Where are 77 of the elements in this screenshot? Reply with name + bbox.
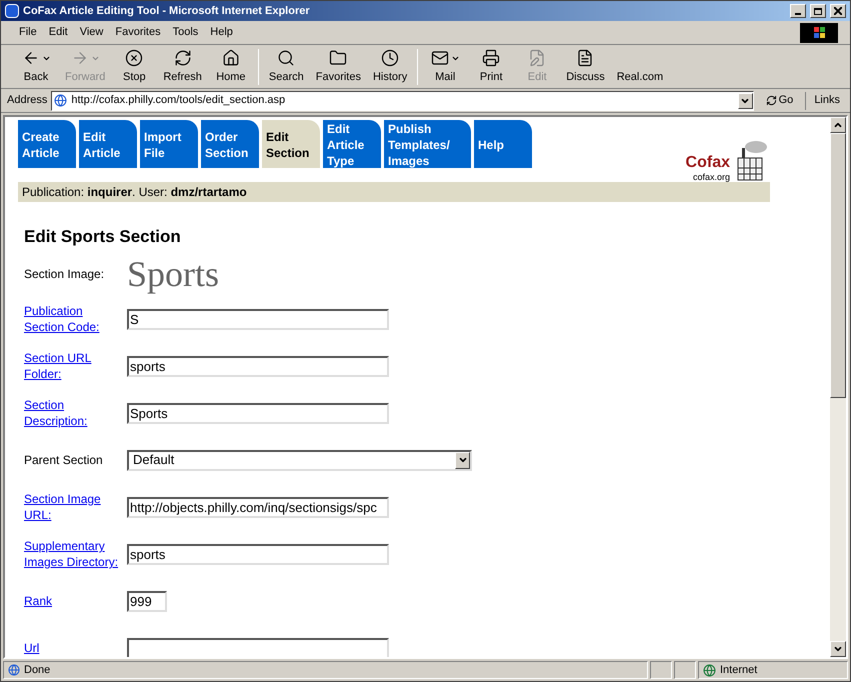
- go-button[interactable]: Go: [758, 92, 802, 109]
- menu-item[interactable]: Edit: [42, 24, 74, 41]
- maximize-button[interactable]: [810, 4, 826, 18]
- nav-tab[interactable]: Publish Templates/ Images: [384, 120, 471, 168]
- nav-tab[interactable]: Edit Article: [79, 120, 137, 168]
- text-field[interactable]: S: [127, 308, 389, 330]
- nav-tab[interactable]: Edit Article Type: [323, 120, 381, 168]
- field-label: Section Image:: [24, 266, 106, 282]
- minimize-button[interactable]: [790, 4, 806, 18]
- status-text: Done: [24, 662, 50, 678]
- rank-field[interactable]: 999: [127, 590, 167, 612]
- go-arrow-icon: [766, 95, 777, 106]
- clock-icon: [381, 49, 400, 67]
- menu-item[interactable]: Favorites: [109, 24, 167, 41]
- window-title: CoFax Article Editing Tool - Microsoft Internet Explorer: [23, 4, 311, 19]
- zone-text: Internet: [720, 662, 758, 678]
- menu-item[interactable]: File: [13, 24, 43, 41]
- toolbar-button[interactable]: Search: [262, 46, 310, 86]
- globe-icon: [703, 664, 716, 676]
- page-heading: Edit Sports Section: [24, 226, 182, 248]
- field-label-link[interactable]: Section Description:: [24, 397, 119, 429]
- text-field[interactable]: sports: [127, 356, 389, 376]
- parent-section-dropdown[interactable]: Default: [127, 450, 472, 470]
- status-pane: [674, 661, 696, 679]
- document-icon: [576, 49, 594, 67]
- text-field[interactable]: Sports: [127, 402, 389, 424]
- nav-tab[interactable]: Create Article: [18, 120, 76, 168]
- edit-icon: [528, 49, 546, 67]
- toolbar-button[interactable]: Stop: [111, 46, 158, 86]
- search-icon: [277, 49, 296, 67]
- nav-tab[interactable]: Order Section: [201, 120, 259, 168]
- nav-tab[interactable]: Edit Section: [262, 120, 320, 168]
- scrollbar-thumb[interactable]: [830, 133, 846, 398]
- browser-logo-icon: [5, 4, 19, 18]
- field-label-link[interactable]: Supplementary Images Directory:: [24, 538, 119, 570]
- toolbar-button[interactable]: History: [366, 46, 414, 86]
- toolbar-button[interactable]: Refresh: [157, 46, 208, 86]
- nav-tab[interactable]: Import File: [140, 120, 198, 168]
- menu-item[interactable]: Help: [204, 24, 239, 41]
- text-field[interactable]: http://objects.philly.com/inq/sectionsigs/spc: [127, 496, 389, 518]
- windows-logo-icon: [800, 22, 838, 42]
- text-field[interactable]: sports: [127, 544, 389, 564]
- toolbar-button[interactable]: Favorites: [310, 46, 367, 86]
- close-button[interactable]: [830, 4, 846, 18]
- field-label-link[interactable]: Url: [24, 640, 119, 656]
- nav-tab[interactable]: Help: [474, 120, 532, 168]
- page-icon: [8, 664, 20, 676]
- address-field[interactable]: http://cofax.philly.com/tools/edit_section.asp: [51, 90, 754, 110]
- vertical-scrollbar[interactable]: [830, 117, 846, 657]
- home-icon: [222, 49, 240, 67]
- menu-item[interactable]: View: [74, 24, 110, 41]
- stop-icon: [125, 49, 144, 67]
- page-icon: [54, 94, 68, 107]
- close-icon: [834, 7, 842, 15]
- toolbar-button[interactable]: Home: [208, 46, 254, 86]
- toolbar-button[interactable]: Print: [468, 46, 514, 86]
- folder-icon: [329, 49, 348, 67]
- mail-icon: [430, 49, 449, 67]
- links-button[interactable]: Links: [810, 92, 844, 109]
- printer-icon: [482, 49, 500, 67]
- field-label-link[interactable]: Publication Section Code:: [24, 303, 119, 335]
- text-field[interactable]: [127, 638, 389, 657]
- toolbar-button[interactable]: Discuss: [560, 46, 611, 86]
- toolbar-button[interactable]: Real.com: [610, 46, 670, 86]
- field-label-link[interactable]: Section URL Folder:: [24, 350, 119, 382]
- publication-info: Publication: inquirer. User: dmz/rtartamo: [21, 184, 248, 201]
- address-label: Address: [7, 93, 48, 108]
- section-image: Sports: [127, 254, 220, 294]
- status-pane: [650, 661, 672, 679]
- toolbar-button[interactable]: Back: [13, 46, 59, 86]
- cofax-logo: Cofax cofax.org: [686, 138, 768, 182]
- field-label-link[interactable]: Rank: [24, 593, 119, 609]
- refresh-icon: [174, 49, 192, 67]
- menu-item[interactable]: Tools: [166, 24, 204, 41]
- field-label: Parent Section: [24, 452, 104, 468]
- toolbar-button[interactable]: Mail: [422, 46, 468, 86]
- field-label-link[interactable]: Section Image URL:: [24, 491, 119, 523]
